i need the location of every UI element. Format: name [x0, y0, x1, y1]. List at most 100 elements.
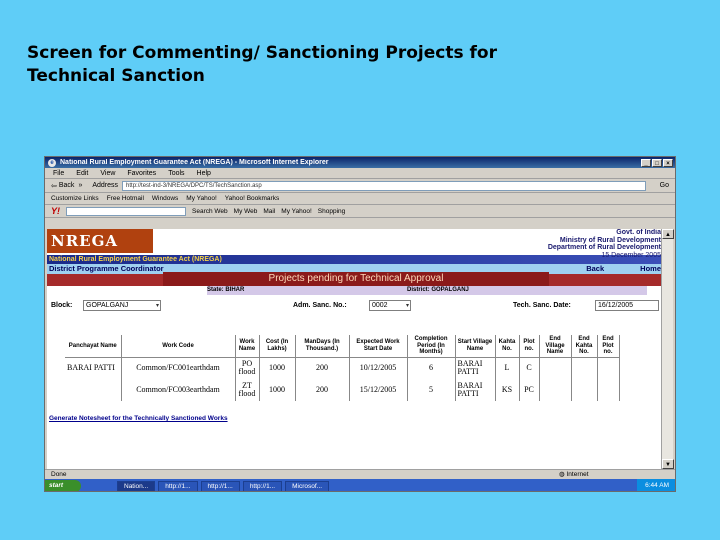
task-http-2[interactable]: http://1... — [200, 480, 240, 491]
menu-tools[interactable]: Tools — [168, 170, 184, 177]
link-yahoo-bookmarks[interactable]: Yahoo! Bookmarks — [225, 195, 279, 202]
link-customize[interactable]: Customize Links — [51, 195, 99, 202]
status-text: Done — [51, 471, 67, 478]
cell-mandays: 200 — [295, 379, 350, 401]
link-my-yahoo[interactable]: My Yahoo! — [186, 195, 216, 202]
menu-favorites[interactable]: Favorites — [127, 170, 156, 177]
close-icon[interactable]: × — [663, 158, 673, 167]
yahoo-my-yahoo[interactable]: My Yahoo! — [281, 208, 311, 215]
table-row[interactable]: Common/FC003earthdam ZT flood 1000 200 1… — [65, 379, 620, 401]
gov-line2: Ministry of Rural Development — [559, 236, 661, 244]
col-start-date: Expected Work Start Date — [349, 335, 408, 358]
cell-start-date: 10/12/2005 — [349, 357, 408, 379]
pending-title: Projects pending for Technical Approval — [163, 272, 549, 286]
slide-title-line1: Screen for Commenting/ Sanctioning Proje… — [27, 43, 497, 63]
cell-start-village: BARAI PATTI — [455, 379, 496, 401]
cell-end-kahta — [571, 357, 598, 379]
block-label: Block: — [51, 302, 73, 309]
home-link[interactable]: Home — [640, 264, 661, 274]
tech-sanc-date-input[interactable]: 16/12/2005 — [595, 300, 659, 311]
window-titlebar: e National Rural Employment Guarantee Ac… — [45, 157, 675, 168]
tech-sanc-date-label: Tech. Sanc. Date: — [513, 302, 571, 309]
address-label: Address — [92, 182, 119, 189]
minimize-icon[interactable]: _ — [641, 158, 651, 167]
col-panchayat: Panchayat Name — [65, 335, 122, 358]
task-http-3[interactable]: http://1... — [242, 480, 283, 491]
maximize-icon[interactable]: □ — [652, 158, 662, 167]
task-nation[interactable]: Nation... — [117, 480, 156, 491]
yahoo-shopping[interactable]: Shopping — [318, 208, 345, 215]
cell-work-name: PO flood — [235, 357, 260, 379]
menu-bar: File Edit View Favorites Tools Help — [45, 168, 675, 179]
window-title: National Rural Employment Guarantee Act … — [60, 159, 329, 166]
cell-work-code: Common/FC003earthdam — [121, 379, 236, 401]
vertical-scrollbar[interactable]: ▲ ▼ — [661, 229, 674, 469]
block-select[interactable]: GOPALGANJ — [83, 300, 161, 311]
link-hotmail[interactable]: Free Hotmail — [107, 195, 144, 202]
link-windows[interactable]: Windows — [152, 195, 178, 202]
role-title: District Programme Coordinator — [49, 264, 164, 273]
address-toolbar: ⇦ Back » Address http://test-ind-3/NREGA… — [45, 179, 675, 193]
browser-screenshot: e National Rural Employment Guarantee Ac… — [44, 156, 676, 492]
links-bar: Customize Links Free Hotmail Windows My … — [45, 193, 675, 205]
col-end-plot: End Plot no. — [597, 335, 620, 358]
scroll-up-icon[interactable]: ▲ — [662, 229, 674, 239]
gov-line1: Govt. of India — [616, 229, 661, 236]
yahoo-my-web[interactable]: My Web — [234, 208, 258, 215]
yahoo-logo[interactable]: Y! — [51, 206, 60, 216]
slide-title-line2: Technical Sanction — [27, 66, 205, 86]
cell-panchayat: BARAI PATTI — [65, 357, 122, 379]
state-label: State: BIHAR — [207, 287, 245, 293]
chevron-right-icon[interactable]: » — [78, 182, 82, 189]
ie-icon: e — [48, 158, 56, 167]
yahoo-search-web[interactable]: Search Web — [192, 208, 228, 215]
table-row[interactable]: BARAI PATTI Common/FC001earthdam PO floo… — [65, 357, 620, 379]
cell-start-village: BARAI PATTI — [455, 357, 496, 379]
cell-work-code: Common/FC001earthdam — [121, 357, 236, 379]
gov-block: Govt. of India Ministry of Rural Develop… — [548, 229, 661, 259]
table-header-row: Panchayat Name Work Code Work Name Cost … — [65, 335, 620, 358]
cell-start-date: 15/12/2005 — [349, 379, 408, 401]
col-mandays: ManDays (In Thousand.) — [295, 335, 350, 358]
back-label: Back — [58, 182, 75, 189]
gov-line3: Department of Rural Development — [547, 244, 661, 251]
yahoo-mail[interactable]: Mail — [263, 208, 275, 215]
adm-sanc-select[interactable]: 0002 — [369, 300, 411, 311]
windows-taskbar: start Nation... http://1... http://1... … — [45, 479, 675, 491]
zone-text: Internet — [566, 471, 589, 478]
task-microsoft[interactable]: Microsof... — [285, 480, 330, 491]
menu-view[interactable]: View — [100, 170, 115, 177]
task-http-1[interactable]: http://1... — [158, 480, 198, 491]
back-button[interactable]: ⇦ Back — [51, 182, 74, 190]
yahoo-search-input[interactable] — [66, 206, 186, 216]
cell-work-name: ZT flood — [235, 379, 260, 401]
cell-kahta: KS — [495, 379, 520, 401]
cell-mandays: 200 — [295, 357, 350, 379]
menu-edit[interactable]: Edit — [76, 170, 88, 177]
col-start-village: Start Village Name — [455, 335, 496, 358]
cell-completion: 5 — [407, 379, 456, 401]
generate-notesheet-link[interactable]: Generate Notesheet for the Technically S… — [49, 415, 228, 422]
yahoo-toolbar: Y! Search Web My Web Mail My Yahoo! Shop… — [45, 205, 675, 218]
menu-help[interactable]: Help — [197, 170, 211, 177]
cell-cost: 1000 — [259, 379, 296, 401]
col-end-village: End Village Name — [539, 335, 572, 358]
go-button[interactable]: Go — [654, 182, 675, 189]
col-work-code: Work Code — [121, 335, 236, 358]
adm-sanc-label: Adm. Sanc. No.: — [293, 302, 347, 309]
col-work-name: Work Name — [235, 335, 260, 358]
nrega-banner: NREGA Govt. of India Ministry of Rural D… — [47, 229, 663, 259]
scroll-down-icon[interactable]: ▼ — [662, 459, 674, 469]
projects-table: Panchayat Name Work Code Work Name Cost … — [65, 335, 620, 401]
address-input[interactable]: http://test-ind-3/NREGA/DPC/TS/TechSanct… — [122, 180, 646, 191]
back-arrow-icon: ⇦ — [51, 182, 57, 190]
menu-file[interactable]: File — [53, 170, 64, 177]
start-button[interactable]: start — [45, 480, 81, 491]
slide-title: Screen for Commenting/ Sanctioning Proje… — [27, 42, 667, 88]
cell-plot: C — [519, 357, 540, 379]
globe-icon: ◍ — [559, 471, 565, 478]
col-end-kahta: End Kahta No. — [571, 335, 598, 358]
back-link[interactable]: Back — [586, 264, 604, 274]
cell-panchayat — [65, 379, 122, 401]
col-completion: Completion Period (In Months) — [407, 335, 456, 358]
